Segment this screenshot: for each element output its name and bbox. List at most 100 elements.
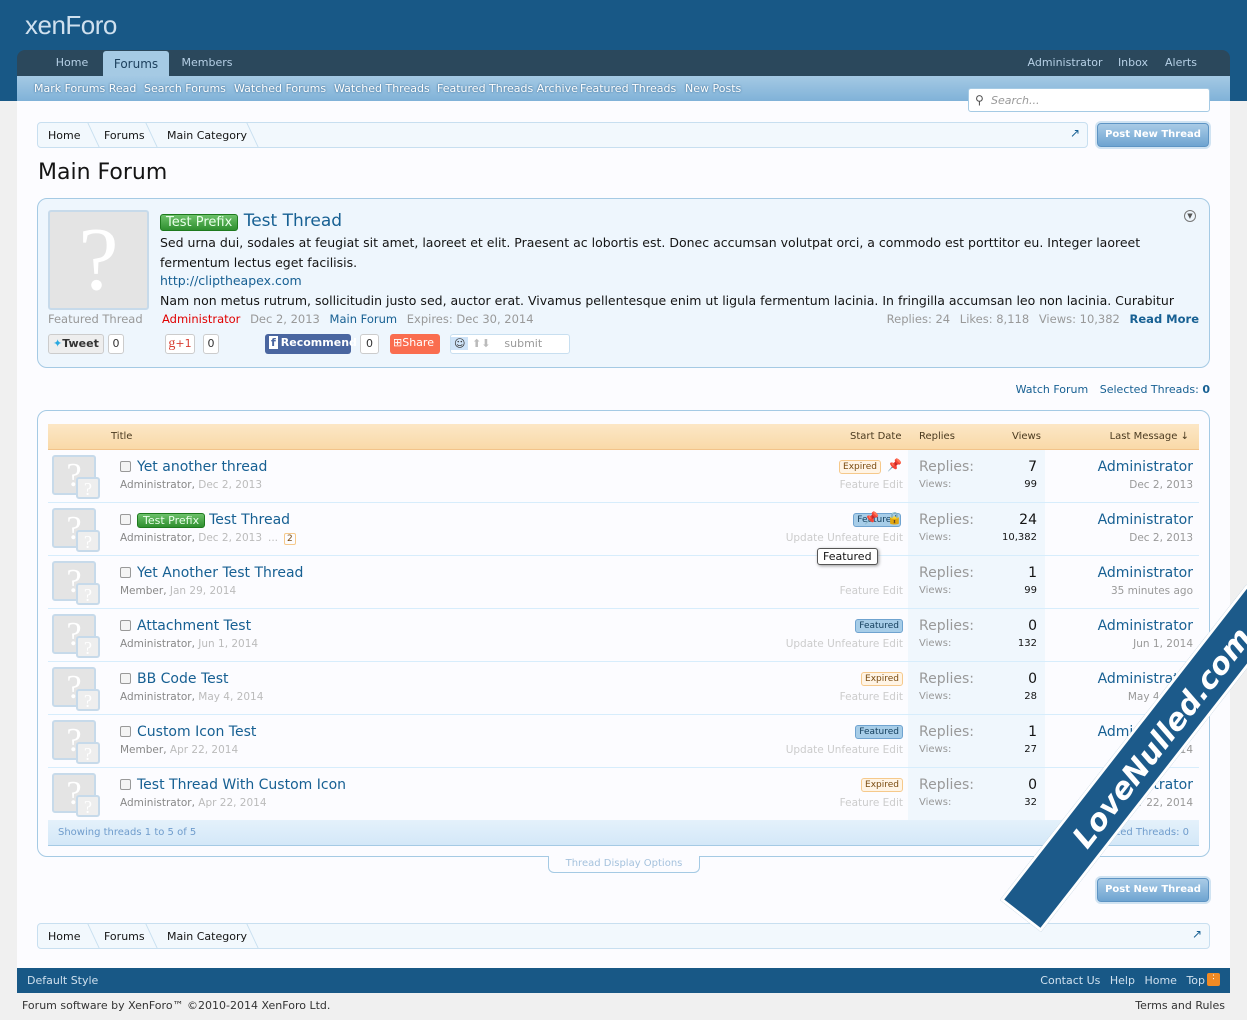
reddit-submit-button[interactable]: ☺ ⬆⬇ submit xyxy=(450,334,570,354)
thread-author[interactable]: Administrator xyxy=(120,691,192,703)
search-input[interactable]: Search... xyxy=(968,88,1210,112)
inbox-link[interactable]: Inbox xyxy=(1115,50,1151,76)
post-new-thread-button[interactable]: Post New Thread xyxy=(1097,123,1209,147)
subnav-new-posts[interactable]: New Posts xyxy=(685,82,741,95)
select-checkbox[interactable] xyxy=(120,514,131,525)
upvote-icon[interactable]: ⬆ xyxy=(468,337,481,350)
thread-title[interactable]: Yet another thread xyxy=(137,459,267,475)
thread-start-date[interactable]: Dec 2, 2013 xyxy=(198,479,262,491)
tweet-button[interactable]: ✦Tweet xyxy=(48,334,104,354)
thread-title[interactable]: Attachment Test xyxy=(137,618,251,634)
thread-start-date[interactable]: Apr 22, 2014 xyxy=(170,744,238,756)
jump-icon[interactable]: ↗ xyxy=(1070,126,1080,140)
copyright[interactable]: Forum software by XenForo™ ©2010-2014 Xe… xyxy=(22,999,330,1012)
col-replies[interactable]: Replies xyxy=(919,431,955,442)
col-last-message[interactable]: Last Message ↓ xyxy=(1110,431,1189,442)
facebook-recommend-button[interactable]: f Recommend xyxy=(265,334,357,354)
last-poster[interactable]: Administrator xyxy=(1098,459,1193,475)
last-poster[interactable]: Administrator xyxy=(1098,618,1193,634)
subnav-watched-forums[interactable]: Watched Forums xyxy=(234,82,326,95)
post-new-thread-button-bottom[interactable]: Post New Thread xyxy=(1097,878,1209,902)
status-badge[interactable]: Expired xyxy=(861,778,903,792)
gplus-button[interactable]: g+1 xyxy=(165,334,195,354)
last-post-date[interactable]: 35 minutes ago xyxy=(1111,585,1193,597)
last-poster[interactable]: Administrator xyxy=(1098,512,1193,528)
thread-title[interactable]: Test Thread With Custom Icon xyxy=(137,777,346,793)
select-checkbox[interactable] xyxy=(120,461,131,472)
style-chooser[interactable]: Default Style xyxy=(27,974,98,987)
thread-start-date[interactable]: Apr 22, 2014 xyxy=(198,797,266,809)
alerts-link[interactable]: Alerts xyxy=(1163,50,1199,76)
jump-icon[interactable]: ↗ xyxy=(1192,927,1202,941)
user-avatar-icon[interactable] xyxy=(76,583,100,605)
col-title[interactable]: Title xyxy=(111,431,132,442)
user-avatar-icon[interactable] xyxy=(76,636,100,658)
status-badge[interactable]: Expired xyxy=(839,460,881,474)
user-avatar-icon[interactable] xyxy=(76,742,100,764)
select-checkbox[interactable] xyxy=(120,620,131,631)
featured-forum[interactable]: Main Forum xyxy=(330,312,398,326)
selected-threads-label[interactable]: Selected Threads: xyxy=(1100,383,1199,396)
thread-author[interactable]: Member xyxy=(120,744,163,756)
subnav-watched-threads[interactable]: Watched Threads xyxy=(334,82,430,95)
last-post-date[interactable]: Dec 2, 2013 xyxy=(1129,532,1193,544)
user-avatar-icon[interactable] xyxy=(76,795,100,817)
select-checkbox[interactable] xyxy=(120,779,131,790)
thread-author[interactable]: Administrator xyxy=(120,797,192,809)
page-link[interactable]: 2 xyxy=(284,533,296,545)
terms-link[interactable]: Terms and Rules xyxy=(1135,999,1225,1012)
thread-author[interactable]: Administrator xyxy=(120,479,192,491)
thread-actions[interactable]: Feature Edit xyxy=(840,479,903,491)
footer-top[interactable]: Top xyxy=(1186,974,1205,987)
footer-help[interactable]: Help xyxy=(1110,974,1135,987)
last-post-date[interactable]: Jun 1, 2014 xyxy=(1133,638,1193,650)
read-more-link[interactable]: Read More xyxy=(1130,312,1199,326)
subnav-mark-read[interactable]: Mark Forums Read xyxy=(34,82,136,95)
subnav-featured-threads[interactable]: Featured Threads xyxy=(580,82,676,95)
status-badge[interactable]: Expired xyxy=(861,672,903,686)
thread-actions[interactable]: Feature Edit xyxy=(840,585,903,597)
user-avatar-icon[interactable] xyxy=(76,689,100,711)
thread-prefix[interactable]: Test Prefix xyxy=(137,513,206,528)
thread-actions[interactable]: Feature Edit xyxy=(840,797,903,809)
thread-start-date[interactable]: Jan 29, 2014 xyxy=(170,585,236,597)
thread-title[interactable]: BB Code Test xyxy=(137,671,229,687)
last-post-date[interactable]: Dec 2, 2013 xyxy=(1129,479,1193,491)
thread-title[interactable]: Yet Another Test Thread xyxy=(137,565,303,581)
thread-start-date[interactable]: May 4, 2014 xyxy=(198,691,263,703)
tab-forums[interactable]: Forums xyxy=(103,51,169,76)
user-avatar-icon[interactable] xyxy=(76,530,100,552)
crumb-main-category[interactable]: Main Category xyxy=(167,129,247,142)
select-checkbox[interactable] xyxy=(120,567,131,578)
thread-author[interactable]: Administrator xyxy=(120,638,192,650)
crumb-home[interactable]: Home xyxy=(48,930,80,943)
select-checkbox[interactable] xyxy=(120,673,131,684)
thread-actions[interactable]: Update Unfeature Edit xyxy=(786,638,903,650)
thread-start-date[interactable]: Jun 1, 2014 xyxy=(198,638,258,650)
share-button[interactable]: ⊞Share xyxy=(390,334,440,354)
col-start-date[interactable]: Start Date xyxy=(850,431,902,442)
status-badge[interactable]: Featured xyxy=(855,725,903,739)
thread-actions[interactable]: Update Unfeature Edit xyxy=(786,744,903,756)
watch-forum-link[interactable]: Watch Forum xyxy=(1016,383,1089,396)
subnav-featured-archive[interactable]: Featured Threads Archive xyxy=(437,82,578,95)
crumb-home[interactable]: Home xyxy=(48,129,80,142)
featured-author[interactable]: Administrator xyxy=(162,312,240,326)
logo[interactable]: xenForo xyxy=(25,10,117,41)
collapse-icon[interactable]: ▼ xyxy=(1184,210,1196,222)
thread-actions[interactable]: Feature Edit xyxy=(840,691,903,703)
thread-prefix[interactable]: Test Prefix xyxy=(160,214,239,231)
featured-title[interactable]: Test Thread xyxy=(244,211,342,231)
thread-author[interactable]: Administrator xyxy=(120,532,192,544)
thread-start-date[interactable]: Dec 2, 2013 xyxy=(198,532,262,544)
status-badge[interactable]: Featured xyxy=(855,619,903,633)
user-avatar-icon[interactable] xyxy=(76,477,100,499)
featured-link[interactable]: http://cliptheapex.com xyxy=(160,273,302,288)
thread-title[interactable]: Custom Icon Test xyxy=(137,724,256,740)
select-checkbox[interactable] xyxy=(120,726,131,737)
footer-home[interactable]: Home xyxy=(1144,974,1176,987)
thread-title[interactable]: Test Thread xyxy=(209,512,290,528)
rss-icon[interactable]: ∶ xyxy=(1207,973,1220,986)
account-link[interactable]: Administrator xyxy=(1027,50,1103,76)
thread-display-options[interactable]: Thread Display Options xyxy=(548,856,700,873)
